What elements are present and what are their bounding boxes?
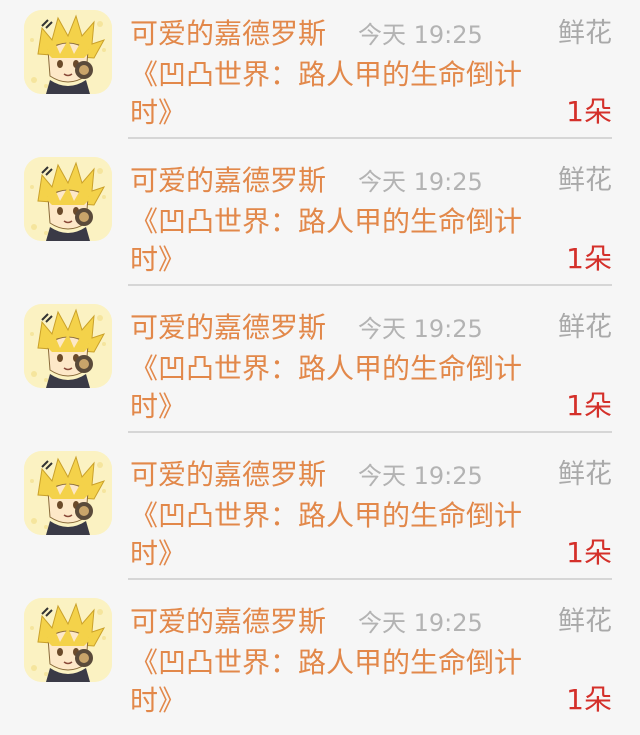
gift-type: 鲜花 [558, 18, 612, 49]
list-item[interactable]: 可爱的嘉德罗斯 今天 19:25 鲜花 《凹凸世界：路人甲的生命倒计时》 1朵 [0, 147, 640, 294]
avatar[interactable] [24, 304, 112, 388]
gift-type: 鲜花 [558, 606, 612, 637]
timestamp: 今天 19:25 [358, 168, 483, 196]
book-title[interactable]: 《凹凸世界：路人甲的生命倒计时》 [130, 350, 560, 426]
avatar[interactable] [24, 451, 112, 535]
gift-type: 鲜花 [558, 312, 612, 343]
timestamp: 今天 19:25 [358, 609, 483, 637]
book-title[interactable]: 《凹凸世界：路人甲的生命倒计时》 [130, 203, 560, 279]
gift-type: 鲜花 [558, 459, 612, 490]
user-name[interactable]: 可爱的嘉德罗斯 [130, 14, 326, 54]
anime-avatar-icon [24, 10, 112, 94]
gift-count: 1朵 [566, 389, 612, 422]
avatar[interactable] [24, 10, 112, 94]
gift-record-list: 可爱的嘉德罗斯 今天 19:25 鲜花 《凹凸世界：路人甲的生命倒计时》 1朵 [0, 0, 640, 724]
user-name[interactable]: 可爱的嘉德罗斯 [130, 602, 326, 642]
gift-count: 1朵 [566, 95, 612, 128]
divider [128, 137, 612, 139]
avatar[interactable] [24, 598, 112, 682]
list-item[interactable]: 可爱的嘉德罗斯 今天 19:25 鲜花 《凹凸世界：路人甲的生命倒计时》 1朵 [0, 441, 640, 588]
timestamp: 今天 19:25 [358, 21, 483, 49]
list-item[interactable]: 可爱的嘉德罗斯 今天 19:25 鲜花 《凹凸世界：路人甲的生命倒计时》 1朵 [0, 294, 640, 441]
list-item[interactable]: 可爱的嘉德罗斯 今天 19:25 鲜花 《凹凸世界：路人甲的生命倒计时》 1朵 [0, 588, 640, 735]
anime-avatar-icon [24, 451, 112, 535]
divider [128, 578, 612, 580]
anime-avatar-icon [24, 598, 112, 682]
user-name[interactable]: 可爱的嘉德罗斯 [130, 455, 326, 495]
divider [128, 284, 612, 286]
divider [128, 431, 612, 433]
gift-count: 1朵 [566, 683, 612, 716]
book-title[interactable]: 《凹凸世界：路人甲的生命倒计时》 [130, 644, 560, 720]
user-name[interactable]: 可爱的嘉德罗斯 [130, 161, 326, 201]
book-title[interactable]: 《凹凸世界：路人甲的生命倒计时》 [130, 497, 560, 573]
user-name[interactable]: 可爱的嘉德罗斯 [130, 308, 326, 348]
gift-count: 1朵 [566, 536, 612, 569]
gift-type: 鲜花 [558, 165, 612, 196]
list-item[interactable]: 可爱的嘉德罗斯 今天 19:25 鲜花 《凹凸世界：路人甲的生命倒计时》 1朵 [0, 0, 640, 147]
timestamp: 今天 19:25 [358, 315, 483, 343]
avatar[interactable] [24, 157, 112, 241]
anime-avatar-icon [24, 304, 112, 388]
gift-count: 1朵 [566, 242, 612, 275]
timestamp: 今天 19:25 [358, 462, 483, 490]
anime-avatar-icon [24, 157, 112, 241]
book-title[interactable]: 《凹凸世界：路人甲的生命倒计时》 [130, 56, 560, 132]
